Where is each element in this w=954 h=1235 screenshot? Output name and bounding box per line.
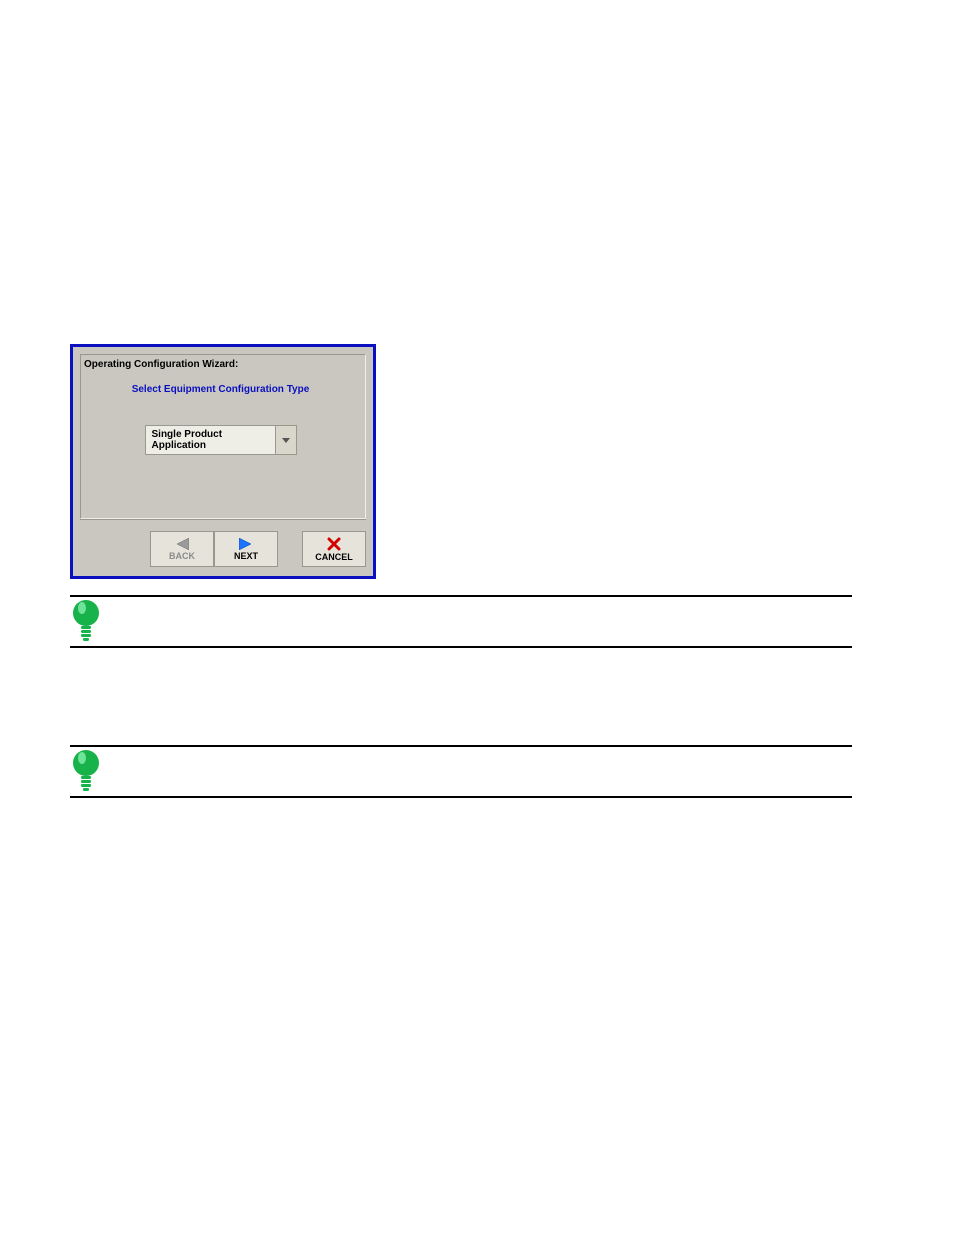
back-button: BACK <box>150 531 214 567</box>
chevron-down-icon <box>282 438 290 443</box>
next-button-label: NEXT <box>234 551 258 561</box>
cancel-button[interactable]: CANCEL <box>302 531 366 567</box>
equipment-config-type-value: Single Product Application <box>146 426 276 454</box>
lightbulb-icon <box>71 599 101 643</box>
separator <box>70 595 852 597</box>
cancel-button-label: CANCEL <box>315 552 353 562</box>
dropdown-toggle[interactable] <box>275 426 295 454</box>
equipment-config-type-dropdown[interactable]: Single Product Application <box>145 425 297 455</box>
wizard-button-bar: BACK NEXT CANCEL <box>80 519 366 572</box>
wizard-prompt: Select Equipment Configuration Type <box>84 384 357 395</box>
separator <box>70 745 852 747</box>
back-button-label: BACK <box>169 551 195 561</box>
lightbulb-icon <box>71 749 101 793</box>
separator <box>70 796 852 798</box>
close-icon <box>327 537 341 552</box>
arrow-left-icon <box>175 538 189 551</box>
wizard-body: Operating Configuration Wizard: Select E… <box>80 354 366 519</box>
next-button[interactable]: NEXT <box>214 531 278 567</box>
arrow-right-icon <box>239 538 253 551</box>
operating-configuration-wizard: Operating Configuration Wizard: Select E… <box>70 344 376 579</box>
wizard-title: Operating Configuration Wizard: <box>84 359 357 370</box>
separator <box>70 646 852 648</box>
